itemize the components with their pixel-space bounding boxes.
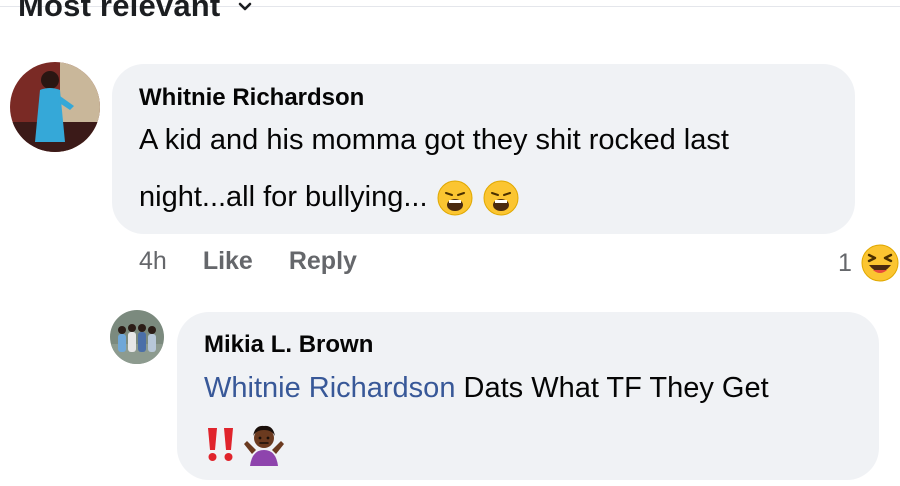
comment-text-line1: A kid and his momma got they shit rocked… [139, 124, 729, 156]
person-shrugging-icon [244, 425, 284, 466]
comment-text-line2-row: night...all for bullying... [139, 169, 520, 226]
comment-text-line2: night...all for bullying... [139, 181, 428, 213]
chevron-down-icon [239, 2, 252, 11]
double-exclamation-icon [208, 428, 233, 461]
sort-label: Most relevant [18, 0, 221, 23]
reaction-count: 1 [838, 248, 852, 277]
reply-button[interactable]: Reply [289, 247, 357, 276]
comment-author[interactable]: Whitnie Richardson [139, 84, 364, 112]
avatar[interactable] [110, 310, 164, 364]
like-button[interactable]: Like [203, 247, 253, 276]
avatar[interactable] [10, 62, 100, 152]
reply-text-line1: Whitnie Richardson Dats What TF They Get [204, 360, 769, 417]
laughing-face-icon [861, 244, 899, 282]
weary-face-icon [483, 180, 519, 216]
reaction-summary[interactable]: 1 [838, 243, 900, 283]
reply-text: Dats What TF They Get [463, 372, 769, 404]
sort-dropdown[interactable]: Most relevant [18, 0, 252, 26]
reply-author[interactable]: Mikia L. Brown [204, 331, 373, 359]
mention-link[interactable]: Whitnie Richardson [204, 372, 455, 404]
comment-timestamp[interactable]: 4h [139, 247, 167, 276]
comment-meta: 4h Like Reply [139, 247, 357, 276]
weary-face-icon [437, 180, 473, 216]
reply-emoji-row [204, 422, 286, 466]
